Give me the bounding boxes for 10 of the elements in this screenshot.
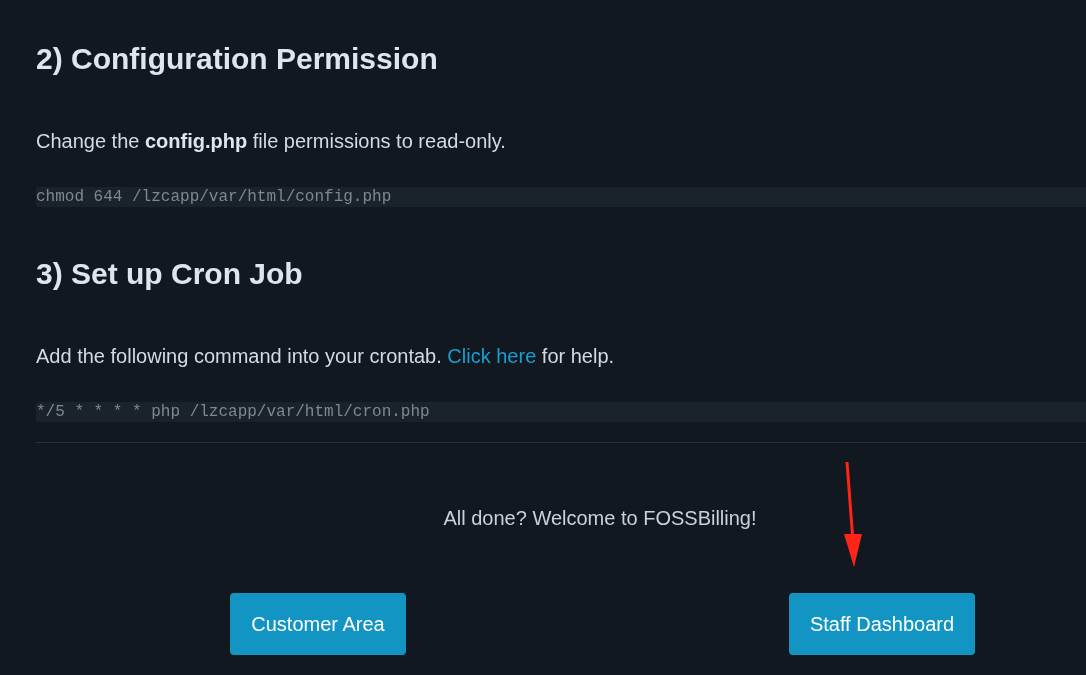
action-button[interactable]: Staff Dashboard xyxy=(788,593,976,655)
instruction-text: Change the config.php file permissions to read-only. xyxy=(36,129,506,154)
welcome-text: All done? Welcome to FOSSBilling! xyxy=(443,506,757,531)
section-heading: 2) Configuration Permission xyxy=(36,41,438,77)
help-link[interactable]: Click here xyxy=(447,345,537,367)
instruction-text: Add the following command into your crontab. Click here for help. xyxy=(36,344,615,369)
action-button[interactable]: Customer Area xyxy=(230,593,406,655)
code-block: */5 * * * * php /lzcapp/var/html/cron.php xyxy=(36,402,1086,422)
code-block: chmod 644 /lzcapp/var/html/config.php xyxy=(36,187,1086,207)
section-heading: 3) Set up Cron Job xyxy=(36,256,303,292)
